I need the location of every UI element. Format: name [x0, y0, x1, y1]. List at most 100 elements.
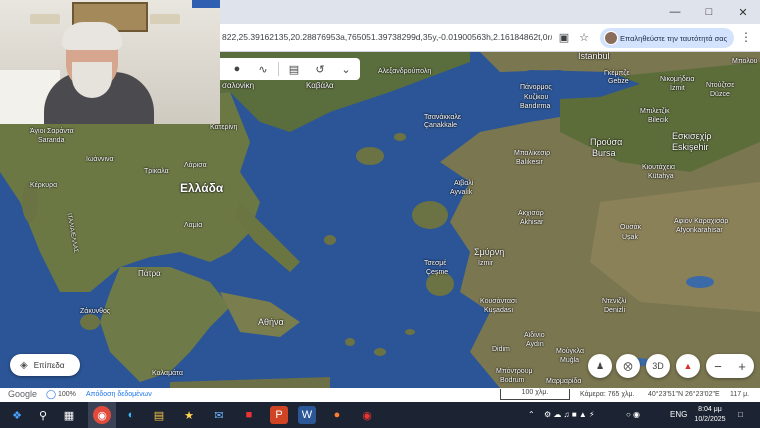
maximize-icon[interactable]: □: [692, 0, 726, 24]
wall-lamp: [30, 14, 60, 24]
map-label: Ζάκυνθος: [80, 308, 111, 315]
map-label: Bursa: [592, 148, 616, 158]
tray-icons[interactable]: ⚙ ☁ ♫ ■ ▲ ⚡: [544, 410, 595, 419]
scale-label: 100 χλμ.: [521, 389, 549, 396]
layers-icon: ◈: [20, 359, 28, 371]
map-label: Afyonkarahisar: [676, 227, 723, 234]
map-label: Καβάλα: [306, 81, 334, 90]
tray-network-icon[interactable]: ○ ◉: [626, 410, 640, 419]
powerpoint-icon[interactable]: P: [270, 406, 288, 424]
map-label: Τσανάκκαλε: [424, 114, 462, 121]
map-label: Bilecik: [648, 117, 669, 124]
map-label: Τρίκαλα: [144, 168, 169, 175]
map-label: Kütahya: [648, 173, 674, 180]
map-label: Πάτρα: [138, 269, 161, 278]
webcam-overlay: [0, 0, 220, 124]
chevron-down-icon[interactable]: ⌄: [333, 58, 359, 80]
recorder-icon[interactable]: ◉: [358, 406, 376, 424]
map-label: Ακχισάρ: [518, 210, 544, 217]
star-app-icon[interactable]: ★: [180, 406, 198, 424]
no-tilt-icon[interactable]: ⨂: [616, 354, 640, 378]
firefox-icon[interactable]: ●: [328, 406, 346, 424]
verify-identity-button[interactable]: Επαληθεύστε την ταυτότητά σας: [600, 28, 734, 48]
map-label: Μπιλετζίκ: [640, 108, 670, 115]
map-label: Κιουτάχεια: [642, 164, 676, 171]
map-label: Τσεσμέ: [424, 260, 447, 267]
person-hair: [62, 22, 122, 50]
map-label: İzmir: [478, 260, 494, 267]
media-app-icon[interactable]: ■: [240, 406, 258, 424]
map-label: Γκέμπζε: [604, 70, 630, 77]
window-controls: — □ ✕: [658, 0, 760, 24]
map-label: Aydın: [526, 341, 544, 348]
close-icon[interactable]: ✕: [726, 0, 760, 24]
map-label: Πάνορμος: [520, 84, 552, 91]
clock-date: 10/2/2025: [694, 416, 726, 423]
history-icon[interactable]: ↺: [307, 58, 333, 80]
map-label: Νικομήδεια: [660, 76, 695, 83]
file-explorer-icon[interactable]: ▤: [150, 406, 168, 424]
zoom-percent: 100%: [58, 391, 76, 398]
compass-icon[interactable]: ▲: [676, 354, 700, 378]
map-label: Κατερίνη: [210, 124, 238, 131]
bookmark-star-icon[interactable]: ☆: [576, 29, 592, 45]
chrome-icon[interactable]: ◉: [93, 406, 111, 424]
map-label: Μπαλίκεσιρ: [514, 150, 551, 157]
map-label: Eskişehir: [672, 142, 709, 152]
tray-chevron-icon[interactable]: ⌃: [528, 410, 535, 419]
map-label: Μαρμαρίδα: [546, 378, 582, 385]
language-indicator[interactable]: ENG: [670, 410, 687, 419]
map-label: Μπόντρουμ: [496, 368, 533, 375]
map-label: Balıkesir: [516, 159, 543, 166]
install-icon[interactable]: ▣: [556, 29, 572, 45]
map-label: Άγιοι Σαράντα: [30, 128, 74, 135]
map-label: Düzce: [710, 91, 730, 98]
map-label: σαλονίκη: [222, 81, 255, 90]
tilt-3d-button[interactable]: 3D: [646, 354, 670, 378]
map-label: İzmit: [670, 85, 685, 92]
attribution-link[interactable]: Απόδοση δεδομένων: [86, 391, 152, 398]
map-label-country: Ελλάδα: [180, 181, 224, 195]
screen: — □ ✕ 822,25.39162135,20.28876953a,76505…: [0, 0, 760, 428]
street-view-pegman-icon[interactable]: ♟: [588, 354, 612, 378]
clock-time: 8:04 μμ: [698, 406, 722, 413]
toolbar-divider: [278, 62, 279, 76]
location-pin-icon[interactable]: ●: [224, 58, 250, 80]
edge-icon[interactable]: ◐: [122, 406, 140, 424]
search-icon[interactable]: ⚲: [34, 406, 52, 424]
taskbar-clock[interactable]: 8:04 μμ 10/2/2025: [692, 405, 728, 425]
webcam-corner: [192, 0, 220, 8]
layers-label: Επίπεδα: [33, 360, 65, 370]
minimize-icon[interactable]: —: [658, 0, 692, 24]
coordinates: 40°23'51"N 26°23'02"E: [648, 391, 720, 398]
windows-taskbar: ❖ ⚲ ▦ ◉ ◐ ▤ ★ ✉ ■ P W ● ◉ ⌃ ⚙ ☁ ♫ ■ ▲ ⚡ …: [0, 402, 760, 428]
map-label: Αθήνα: [258, 317, 284, 327]
windows-start-icon[interactable]: ❖: [8, 406, 26, 424]
map-label: Çeşme: [426, 269, 449, 276]
notification-icon[interactable]: □: [738, 410, 743, 419]
map-label: Gebze: [608, 78, 629, 85]
layers-button[interactable]: ◈ Επίπεδα: [10, 354, 80, 376]
map-label: Εσκισεχίρ: [672, 131, 712, 141]
ruler-icon[interactable]: ▤: [281, 58, 307, 80]
map-label: Denizli: [604, 307, 626, 314]
zoom-out-icon[interactable]: −: [714, 359, 722, 374]
path-icon[interactable]: ∿: [250, 58, 276, 80]
map-label: Ιωάννινα: [86, 156, 114, 163]
map-label: Akhisar: [520, 219, 544, 226]
map-label: Λάρισα: [184, 162, 207, 169]
url-text[interactable]: 822,25.39162135,20.28876953a,765051.3973…: [222, 32, 552, 42]
map-label: Ντενιζλί: [602, 298, 627, 305]
map-label: Αφιόν Καραχισάρ: [674, 218, 729, 225]
map-label: Bandırma: [520, 103, 551, 110]
zoom-in-icon[interactable]: +: [738, 359, 746, 374]
map-label: Λαμία: [184, 222, 203, 229]
map-toolbar: ● ∿ ▤ ↺ ⌄: [220, 58, 360, 80]
mail-icon[interactable]: ✉: [210, 406, 228, 424]
camera-altitude: Κάμερα: 765 χλμ.: [580, 391, 635, 398]
map-label: İstanbul: [578, 52, 610, 61]
task-view-icon[interactable]: ▦: [60, 406, 78, 424]
map-label: Μπολου: [732, 58, 758, 65]
kebab-menu-icon[interactable]: ⋮: [740, 30, 752, 44]
word-icon[interactable]: W: [298, 406, 316, 424]
